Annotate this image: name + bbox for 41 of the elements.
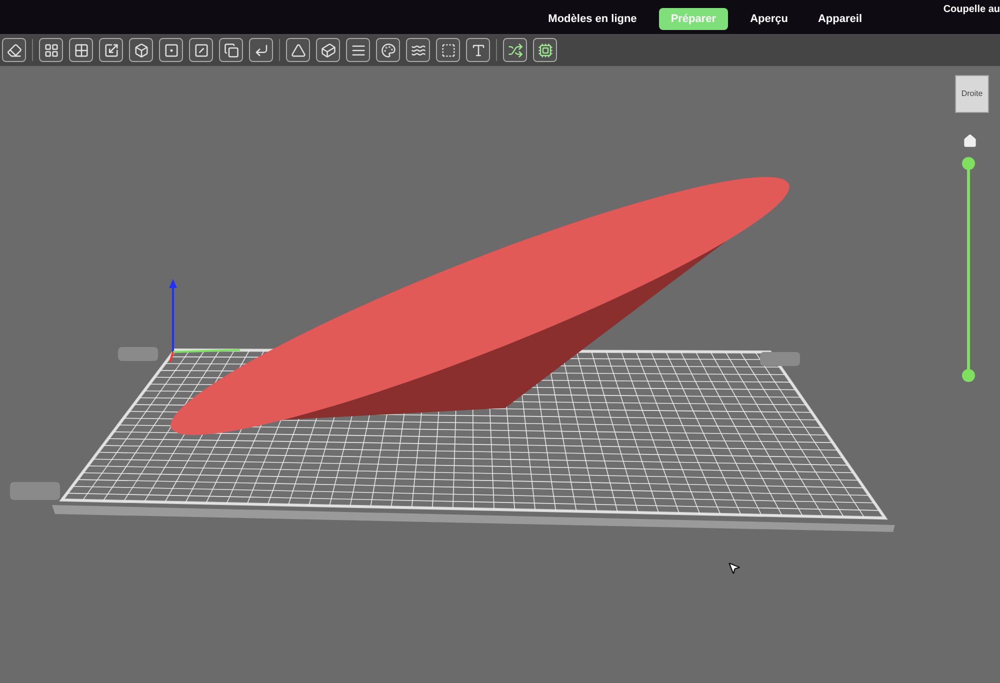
view-cube-label: Droite bbox=[961, 88, 983, 100]
grid-icon bbox=[44, 42, 58, 58]
chip-tool-button[interactable] bbox=[533, 38, 557, 62]
grid-tool-button[interactable] bbox=[39, 38, 63, 62]
scale-icon bbox=[104, 42, 118, 58]
frame-tool-button[interactable] bbox=[436, 38, 460, 62]
scale-tool-button[interactable] bbox=[99, 38, 123, 62]
frame-icon bbox=[440, 42, 456, 58]
text-icon bbox=[470, 42, 486, 58]
arrows-tool-button[interactable] bbox=[503, 38, 527, 62]
tab[interactable]: Aperçu bbox=[742, 8, 796, 30]
lines-tool-button[interactable] bbox=[346, 38, 370, 62]
home-icon[interactable] bbox=[963, 134, 977, 148]
square-icon bbox=[164, 42, 178, 58]
waves-icon bbox=[410, 42, 426, 58]
arrows-icon bbox=[508, 42, 522, 58]
layer-slider-track[interactable] bbox=[962, 157, 975, 382]
cursor-icon bbox=[727, 561, 741, 575]
view-cube[interactable]: Droite bbox=[955, 75, 989, 113]
overlap-squares-icon bbox=[224, 42, 238, 58]
text-tool-button[interactable] bbox=[466, 38, 490, 62]
waves-tool-button[interactable] bbox=[406, 38, 430, 62]
tab[interactable]: Modèles en ligne bbox=[540, 8, 645, 30]
lines-icon bbox=[350, 42, 366, 58]
square-tool-button[interactable] bbox=[159, 38, 183, 62]
cube-tool-button[interactable] bbox=[316, 38, 340, 62]
slider-thumb[interactable] bbox=[962, 369, 975, 382]
box-icon bbox=[134, 42, 148, 58]
eraser-icon bbox=[6, 42, 22, 58]
eraser-tool-button[interactable] bbox=[2, 38, 26, 62]
triangle-tool-button[interactable] bbox=[286, 38, 310, 62]
triangle-icon bbox=[290, 42, 306, 58]
cube-icon bbox=[320, 42, 336, 58]
slider-thumb[interactable] bbox=[962, 157, 975, 170]
overlap-squares-tool-button[interactable] bbox=[219, 38, 243, 62]
project-title: Coupelle au bbox=[943, 3, 1000, 17]
palette-tool-button[interactable] bbox=[376, 38, 400, 62]
box-tool-button[interactable] bbox=[129, 38, 153, 62]
chip-icon bbox=[538, 42, 552, 58]
tab[interactable]: Appareil bbox=[810, 8, 870, 30]
palette-icon bbox=[380, 42, 396, 58]
